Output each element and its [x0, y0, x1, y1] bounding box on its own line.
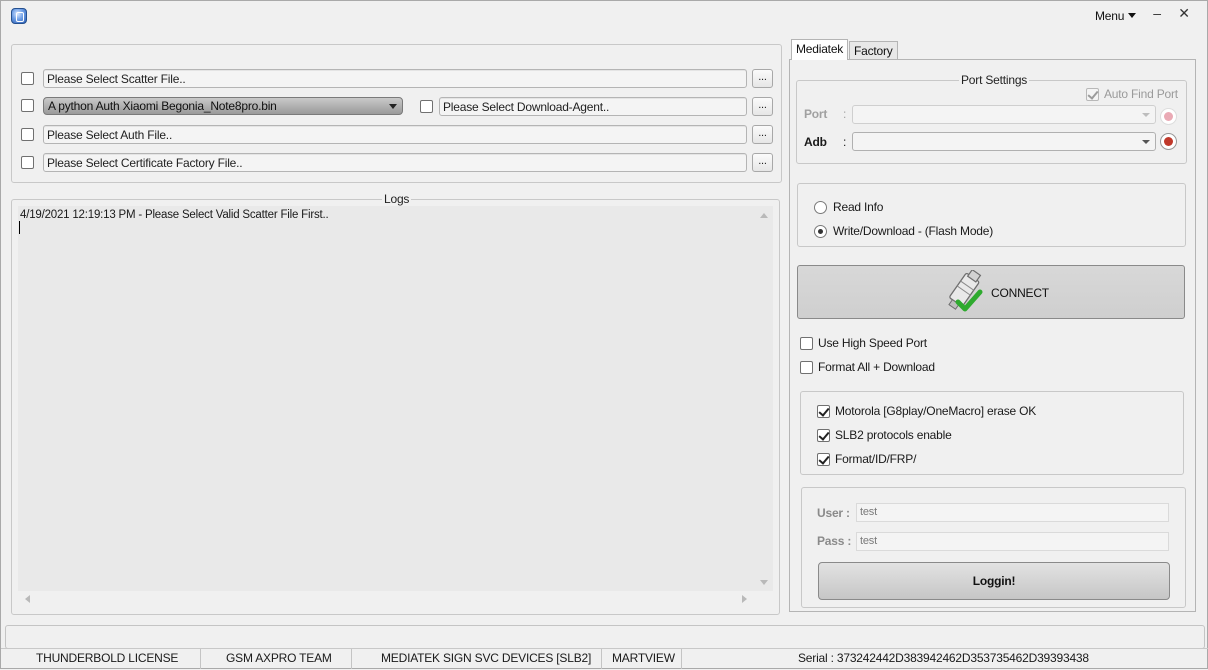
- status-team: GSM AXPRO TEAM: [226, 651, 332, 665]
- scrollbar-arrows: [760, 213, 768, 585]
- write-download-label: Write/Download - (Flash Mode): [833, 224, 994, 238]
- port-refresh-icon[interactable]: [1160, 108, 1177, 125]
- status-separator: [351, 649, 352, 669]
- status-brand: MARTVIEW: [612, 651, 675, 665]
- preset-checkbox[interactable]: [21, 99, 34, 112]
- status-separator: [200, 649, 201, 669]
- tab-factory[interactable]: Factory: [849, 41, 898, 60]
- pass-label: Pass :: [817, 534, 852, 548]
- connect-label: CONNECT: [991, 286, 1049, 300]
- preset-select[interactable]: A python Auth Xiaomi Begonia_Note8pro.bi…: [43, 97, 403, 115]
- port-colon: :: [843, 107, 847, 121]
- adb-refresh-icon[interactable]: [1160, 133, 1177, 150]
- minimize-icon: –: [1153, 5, 1161, 21]
- adb-select[interactable]: [852, 132, 1156, 151]
- scatter-checkbox[interactable]: [21, 72, 34, 85]
- motorola-erase-label: Motorola [G8play/OneMacro] erase OK: [835, 404, 1037, 418]
- certificate-checkbox[interactable]: [21, 156, 34, 169]
- write-download-radio[interactable]: [814, 225, 827, 238]
- format-id-frp-label: Format/ID/FRP/: [835, 452, 917, 466]
- user-label: User :: [817, 506, 850, 520]
- preset-select-value: A python Auth Xiaomi Begonia_Note8pro.bi…: [48, 99, 277, 113]
- logs-title: Logs: [382, 192, 412, 206]
- chevron-down-icon: [1142, 140, 1150, 144]
- format-all-label: Format All + Download: [818, 360, 935, 374]
- auth-checkbox[interactable]: [21, 128, 34, 141]
- motorola-erase-checkbox[interactable]: [817, 405, 830, 418]
- status-separator: [681, 649, 682, 669]
- scatter-file-field[interactable]: Please Select Scatter File..: [43, 69, 747, 88]
- login-button[interactable]: Loggin!: [818, 562, 1170, 600]
- status-serial: Serial : 373242442D383942462D353735462D3…: [798, 651, 1089, 665]
- download-agent-browse-button[interactable]: ...: [752, 97, 773, 116]
- tab-mediatek[interactable]: Mediatek: [791, 39, 849, 60]
- format-id-frp-checkbox[interactable]: [817, 453, 830, 466]
- chevron-down-icon: [1142, 113, 1150, 117]
- close-icon: ✕: [1178, 5, 1190, 21]
- download-agent-field[interactable]: Please Select Download-Agent..: [439, 97, 747, 116]
- scrollbar-arrows-horizontal: [25, 595, 747, 603]
- status-separator: [601, 649, 602, 669]
- connect-button[interactable]: CONNECT: [797, 265, 1185, 319]
- high-speed-label: Use High Speed Port: [818, 336, 927, 350]
- menu-label: Menu: [1095, 9, 1125, 23]
- chevron-down-icon: [1128, 13, 1137, 18]
- download-agent-checkbox[interactable]: [420, 100, 433, 113]
- auth-file-field[interactable]: Please Select Auth File..: [43, 125, 747, 144]
- port-settings-title: Port Settings: [959, 73, 1030, 87]
- certificate-browse-button[interactable]: ...: [752, 153, 773, 172]
- certificate-file-field[interactable]: Please Select Certificate Factory File..: [43, 153, 747, 172]
- pass-input[interactable]: test: [856, 532, 1169, 551]
- chevron-down-icon: [389, 104, 397, 109]
- menu-button[interactable]: Menu: [1095, 9, 1137, 23]
- status-license: THUNDERBOLD LICENSE: [36, 651, 179, 665]
- app-window: Menu – ✕ Please Select Scatter File.. ..…: [0, 0, 1208, 669]
- read-info-radio[interactable]: [814, 201, 827, 214]
- scatter-browse-button[interactable]: ...: [752, 69, 773, 88]
- format-all-checkbox[interactable]: [800, 361, 813, 374]
- log-textarea[interactable]: 4/19/2021 12:19:13 PM - Please Select Va…: [18, 206, 773, 591]
- read-info-label: Read Info: [833, 200, 884, 214]
- log-vertical-scrollbar[interactable]: [756, 206, 773, 591]
- auth-browse-button[interactable]: ...: [752, 125, 773, 144]
- progress-strip: [5, 625, 1205, 649]
- app-icon: [11, 8, 27, 24]
- text-cursor: [19, 221, 20, 234]
- adb-label: Adb: [804, 135, 827, 149]
- user-input[interactable]: test: [856, 503, 1169, 522]
- port-label: Port: [804, 107, 828, 121]
- log-line: 4/19/2021 12:19:13 PM - Please Select Va…: [20, 209, 329, 221]
- minimize-button[interactable]: –: [1145, 4, 1169, 22]
- slb2-protocols-checkbox[interactable]: [817, 429, 830, 442]
- slb2-protocols-label: SLB2 protocols enable: [835, 428, 952, 442]
- usb-connect-icon: [948, 270, 983, 312]
- high-speed-checkbox[interactable]: [800, 337, 813, 350]
- close-button[interactable]: ✕: [1172, 4, 1196, 22]
- port-select[interactable]: [852, 105, 1156, 124]
- auto-find-port-checkbox[interactable]: [1086, 88, 1099, 101]
- log-horizontal-scrollbar[interactable]: [18, 591, 756, 608]
- status-devices: MEDIATEK SIGN SVC DEVICES [SLB2]: [381, 651, 592, 665]
- adb-colon: :: [843, 135, 847, 149]
- auto-find-port-label: Auto Find Port: [1104, 87, 1178, 101]
